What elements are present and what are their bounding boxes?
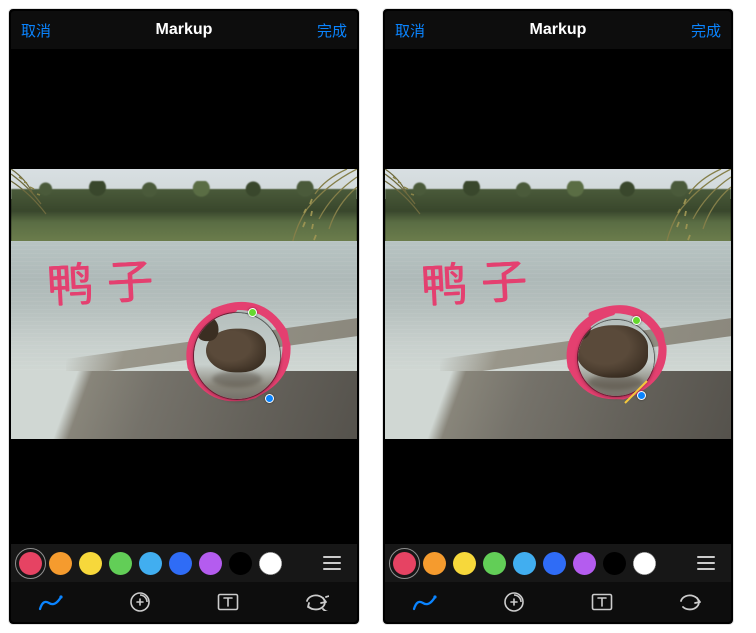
text-tool-button[interactable] [204,582,252,622]
phone-frame-left: 取消 Markup 完成 鸭子 [8,8,360,625]
phone-frame-right: 取消 Markup 完成 鸭子 [382,8,734,625]
undo-button[interactable] [667,582,715,622]
nav-bar: 取消 Markup 完成 [11,11,357,49]
color-swatches [19,552,282,575]
cancel-button[interactable]: 取消 [395,20,425,41]
done-button[interactable]: 完成 [691,20,721,41]
color-palette-row [385,544,731,582]
color-swatch-yellow[interactable] [453,552,476,575]
more-options-icon[interactable] [319,552,345,574]
magnifier-resize-handle[interactable] [265,394,274,403]
app-screen: 取消 Markup 完成 鸭子 [11,11,357,622]
color-swatch-blue[interactable] [169,552,192,575]
nav-bar: 取消 Markup 完成 [385,11,731,49]
magnifier-resize-handle[interactable] [637,391,646,400]
color-swatch-blue[interactable] [543,552,566,575]
pen-tool-button[interactable] [401,582,449,622]
photo: 鸭子 [385,169,731,439]
color-swatch-black[interactable] [603,552,626,575]
color-swatch-white[interactable] [259,552,282,575]
done-button[interactable]: 完成 [317,20,347,41]
magnifier-loupe[interactable] [193,312,281,400]
color-swatch-orange[interactable] [423,552,446,575]
color-swatch-green[interactable] [109,552,132,575]
tool-row [385,582,731,622]
color-swatches [393,552,656,575]
color-swatch-lightblue[interactable] [139,552,162,575]
app-screen: 取消 Markup 完成 鸭子 [385,11,731,622]
undo-button[interactable] [293,582,341,622]
more-options-icon[interactable] [693,552,719,574]
color-swatch-white[interactable] [633,552,656,575]
magnifier-tool-button[interactable] [490,582,538,622]
color-swatch-purple[interactable] [573,552,596,575]
color-swatch-purple[interactable] [199,552,222,575]
magnifier-zoom-handle[interactable] [632,316,641,325]
tool-row [11,582,357,622]
cancel-button[interactable]: 取消 [21,20,51,41]
color-swatch-black[interactable] [229,552,252,575]
color-palette-row [11,544,357,582]
color-swatch-green[interactable] [483,552,506,575]
text-tool-button[interactable] [578,582,626,622]
handwriting-annotation[interactable]: 鸭子 [419,244,542,316]
photo: 鸭子 [11,169,357,439]
magnifier-tool-button[interactable] [116,582,164,622]
pen-tool-button[interactable] [27,582,75,622]
color-swatch-yellow[interactable] [79,552,102,575]
color-swatch-red[interactable] [393,552,416,575]
nav-title: Markup [156,21,213,39]
markup-canvas[interactable]: 鸭子 [385,49,731,544]
markup-canvas[interactable]: 鸭子 [11,49,357,544]
handwriting-annotation[interactable]: 鸭子 [45,244,168,316]
magnifier-zoom-handle[interactable] [248,308,257,317]
color-swatch-lightblue[interactable] [513,552,536,575]
color-swatch-red[interactable] [19,552,42,575]
color-swatch-orange[interactable] [49,552,72,575]
nav-title: Markup [530,21,587,39]
